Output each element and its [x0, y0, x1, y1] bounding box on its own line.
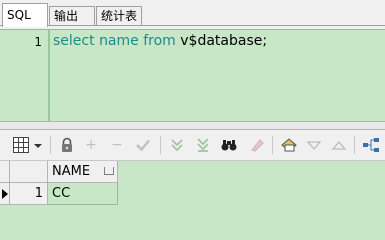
toolbar-separator	[160, 136, 161, 154]
result-grid: NAME 1 CC	[0, 161, 385, 229]
line-number-gutter: 1	[0, 30, 49, 121]
column-header-name[interactable]: NAME	[48, 161, 118, 183]
fetch-next-icon[interactable]	[168, 136, 186, 154]
grid-cell[interactable]: CC	[48, 183, 118, 205]
current-row-indicator-icon	[0, 183, 10, 205]
grid-options-icon[interactable]	[12, 136, 30, 154]
add-record-icon[interactable]: +	[82, 136, 100, 154]
grid-rowno-header	[10, 161, 48, 183]
keyword-from: from	[143, 33, 176, 49]
query-by-example-icon[interactable]	[220, 136, 238, 154]
toolbar-separator	[50, 136, 51, 154]
gutter-divider	[48, 30, 50, 121]
toolbar-separator	[354, 136, 355, 154]
sql-editor[interactable]: 1 select name from v$database;	[0, 29, 385, 121]
fetch-last-icon[interactable]	[194, 136, 212, 154]
clear-icon[interactable]	[248, 136, 266, 154]
grid-corner	[0, 161, 10, 183]
keyword-name: name	[99, 33, 139, 49]
export-icon[interactable]	[280, 136, 298, 154]
post-changes-icon[interactable]	[134, 136, 152, 154]
sort-down-icon[interactable]	[305, 136, 323, 154]
keyword-select: select	[53, 33, 95, 49]
tab-statistics[interactable]: 统计表	[96, 6, 142, 26]
lock-icon[interactable]	[58, 136, 76, 154]
code-line[interactable]: select name from v$database;	[53, 33, 267, 49]
tab-sql[interactable]: SQL	[2, 3, 48, 27]
toolbar-separator	[272, 136, 273, 154]
line-number: 1	[34, 35, 42, 49]
tree-view-icon[interactable]	[362, 136, 380, 154]
row-number: 1	[10, 183, 48, 205]
delete-record-icon[interactable]: −	[108, 136, 126, 154]
pane-splitter[interactable]	[0, 121, 385, 130]
column-header-label: NAME	[52, 164, 91, 179]
code-object: v$database;	[175, 33, 268, 49]
tab-bar: SQL 输出 统计表	[0, 0, 385, 29]
sort-indicator-icon	[104, 167, 114, 175]
result-toolbar: + −	[0, 130, 385, 161]
dropdown-arrow-icon[interactable]	[32, 136, 44, 154]
tab-output[interactable]: 输出	[49, 6, 95, 26]
sort-up-icon[interactable]	[330, 136, 348, 154]
